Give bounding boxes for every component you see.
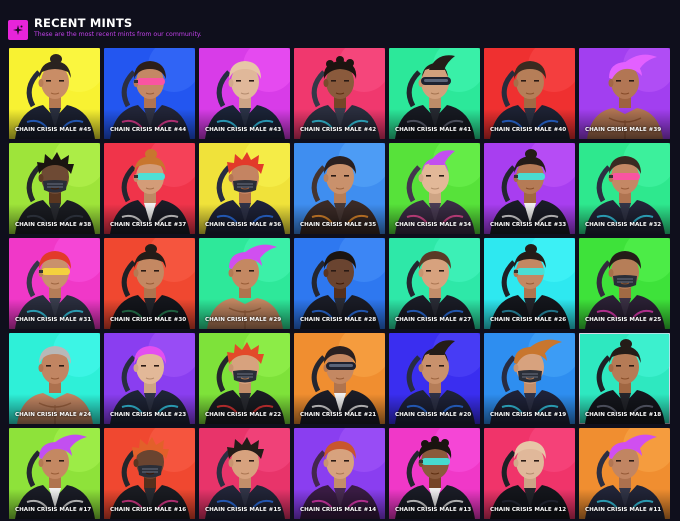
mint-card[interactable]: CHAIN CRISIS MALE #36 xyxy=(199,143,290,234)
mint-name: CHAIN CRISIS MALE #18 xyxy=(585,412,662,418)
mint-name: CHAIN CRISIS MALE #36 xyxy=(205,222,282,228)
section-title: RECENT MINTS xyxy=(34,16,133,30)
mint-name: CHAIN CRISIS MALE #15 xyxy=(205,507,282,513)
mint-card[interactable]: CHAIN CRISIS MALE #18 xyxy=(579,333,670,424)
recent-mints-header: RECENT MINTS These are the most recent m… xyxy=(8,12,668,42)
mint-card[interactable]: CHAIN CRISIS MALE #24 xyxy=(9,333,100,424)
mint-card[interactable]: CHAIN CRISIS MALE #33 xyxy=(484,143,575,234)
mint-card[interactable]: CHAIN CRISIS MALE #28 xyxy=(294,238,385,329)
mint-name: CHAIN CRISIS MALE #21 xyxy=(300,412,377,418)
mint-name: CHAIN CRISIS MALE #17 xyxy=(15,507,92,513)
mint-card[interactable]: CHAIN CRISIS MALE #21 xyxy=(294,333,385,424)
mint-card[interactable]: CHAIN CRISIS MALE #45 xyxy=(9,48,100,139)
mint-card[interactable]: CHAIN CRISIS MALE #38 xyxy=(9,143,100,234)
mint-name: CHAIN CRISIS MALE #11 xyxy=(585,507,662,513)
mint-name: CHAIN CRISIS MALE #34 xyxy=(395,222,472,228)
mint-name: CHAIN CRISIS MALE #43 xyxy=(205,127,282,133)
mint-card[interactable]: CHAIN CRISIS MALE #13 xyxy=(389,428,480,519)
mint-card[interactable]: CHAIN CRISIS MALE #11 xyxy=(579,428,670,519)
mint-name: CHAIN CRISIS MALE #37 xyxy=(110,222,187,228)
mint-card[interactable]: CHAIN CRISIS MALE #12 xyxy=(484,428,575,519)
mint-card[interactable]: CHAIN CRISIS MALE #43 xyxy=(199,48,290,139)
mint-name: CHAIN CRISIS MALE #14 xyxy=(300,507,377,513)
mint-name: CHAIN CRISIS MALE #22 xyxy=(205,412,282,418)
mint-name: CHAIN CRISIS MALE #19 xyxy=(490,412,567,418)
mint-card[interactable]: CHAIN CRISIS MALE #23 xyxy=(104,333,195,424)
mint-name: CHAIN CRISIS MALE #20 xyxy=(395,412,472,418)
mint-card[interactable]: CHAIN CRISIS MALE #30 xyxy=(104,238,195,329)
mint-name: CHAIN CRISIS MALE #39 xyxy=(585,127,662,133)
mint-grid: CHAIN CRISIS MALE #45 CHAIN CRISIS MALE … xyxy=(9,48,670,519)
mint-name: CHAIN CRISIS MALE #33 xyxy=(490,222,567,228)
mint-card[interactable]: CHAIN CRISIS MALE #34 xyxy=(389,143,480,234)
mint-card[interactable]: CHAIN CRISIS MALE #44 xyxy=(104,48,195,139)
mint-name: CHAIN CRISIS MALE #35 xyxy=(300,222,377,228)
mint-name: CHAIN CRISIS MALE #44 xyxy=(110,127,187,133)
mint-card[interactable]: CHAIN CRISIS MALE #17 xyxy=(9,428,100,519)
mint-card[interactable]: CHAIN CRISIS MALE #39 xyxy=(579,48,670,139)
mint-name: CHAIN CRISIS MALE #13 xyxy=(395,507,472,513)
mint-name: CHAIN CRISIS MALE #31 xyxy=(15,317,92,323)
mint-card[interactable]: CHAIN CRISIS MALE #42 xyxy=(294,48,385,139)
mint-name: CHAIN CRISIS MALE #12 xyxy=(490,507,567,513)
mint-card[interactable]: CHAIN CRISIS MALE #27 xyxy=(389,238,480,329)
mint-name: CHAIN CRISIS MALE #24 xyxy=(15,412,92,418)
mint-name: CHAIN CRISIS MALE #45 xyxy=(15,127,92,133)
mint-card[interactable]: CHAIN CRISIS MALE #26 xyxy=(484,238,575,329)
mint-card[interactable]: CHAIN CRISIS MALE #22 xyxy=(199,333,290,424)
mint-card[interactable]: CHAIN CRISIS MALE #32 xyxy=(579,143,670,234)
mint-card[interactable]: CHAIN CRISIS MALE #16 xyxy=(104,428,195,519)
section-subtitle: These are the most recent mints from our… xyxy=(34,31,202,38)
mint-name: CHAIN CRISIS MALE #38 xyxy=(15,222,92,228)
sparkle-icon xyxy=(8,20,28,40)
mint-card[interactable]: CHAIN CRISIS MALE #20 xyxy=(389,333,480,424)
mint-card[interactable]: CHAIN CRISIS MALE #15 xyxy=(199,428,290,519)
mint-card[interactable]: CHAIN CRISIS MALE #14 xyxy=(294,428,385,519)
mint-card[interactable]: CHAIN CRISIS MALE #25 xyxy=(579,238,670,329)
mint-name: CHAIN CRISIS MALE #42 xyxy=(300,127,377,133)
mint-name: CHAIN CRISIS MALE #27 xyxy=(395,317,472,323)
mint-card[interactable]: CHAIN CRISIS MALE #37 xyxy=(104,143,195,234)
mint-name: CHAIN CRISIS MALE #26 xyxy=(490,317,567,323)
mint-card[interactable]: CHAIN CRISIS MALE #40 xyxy=(484,48,575,139)
mint-name: CHAIN CRISIS MALE #29 xyxy=(205,317,282,323)
mint-name: CHAIN CRISIS MALE #16 xyxy=(110,507,187,513)
mint-card[interactable]: CHAIN CRISIS MALE #31 xyxy=(9,238,100,329)
mint-name: CHAIN CRISIS MALE #30 xyxy=(110,317,187,323)
mint-card[interactable]: CHAIN CRISIS MALE #19 xyxy=(484,333,575,424)
mint-name: CHAIN CRISIS MALE #32 xyxy=(585,222,662,228)
mint-name: CHAIN CRISIS MALE #28 xyxy=(300,317,377,323)
mint-name: CHAIN CRISIS MALE #25 xyxy=(585,317,662,323)
mint-card[interactable]: CHAIN CRISIS MALE #29 xyxy=(199,238,290,329)
mint-name: CHAIN CRISIS MALE #23 xyxy=(110,412,187,418)
mint-card[interactable]: CHAIN CRISIS MALE #41 xyxy=(389,48,480,139)
mint-name: CHAIN CRISIS MALE #40 xyxy=(490,127,567,133)
mint-name: CHAIN CRISIS MALE #41 xyxy=(395,127,472,133)
mint-card[interactable]: CHAIN CRISIS MALE #35 xyxy=(294,143,385,234)
